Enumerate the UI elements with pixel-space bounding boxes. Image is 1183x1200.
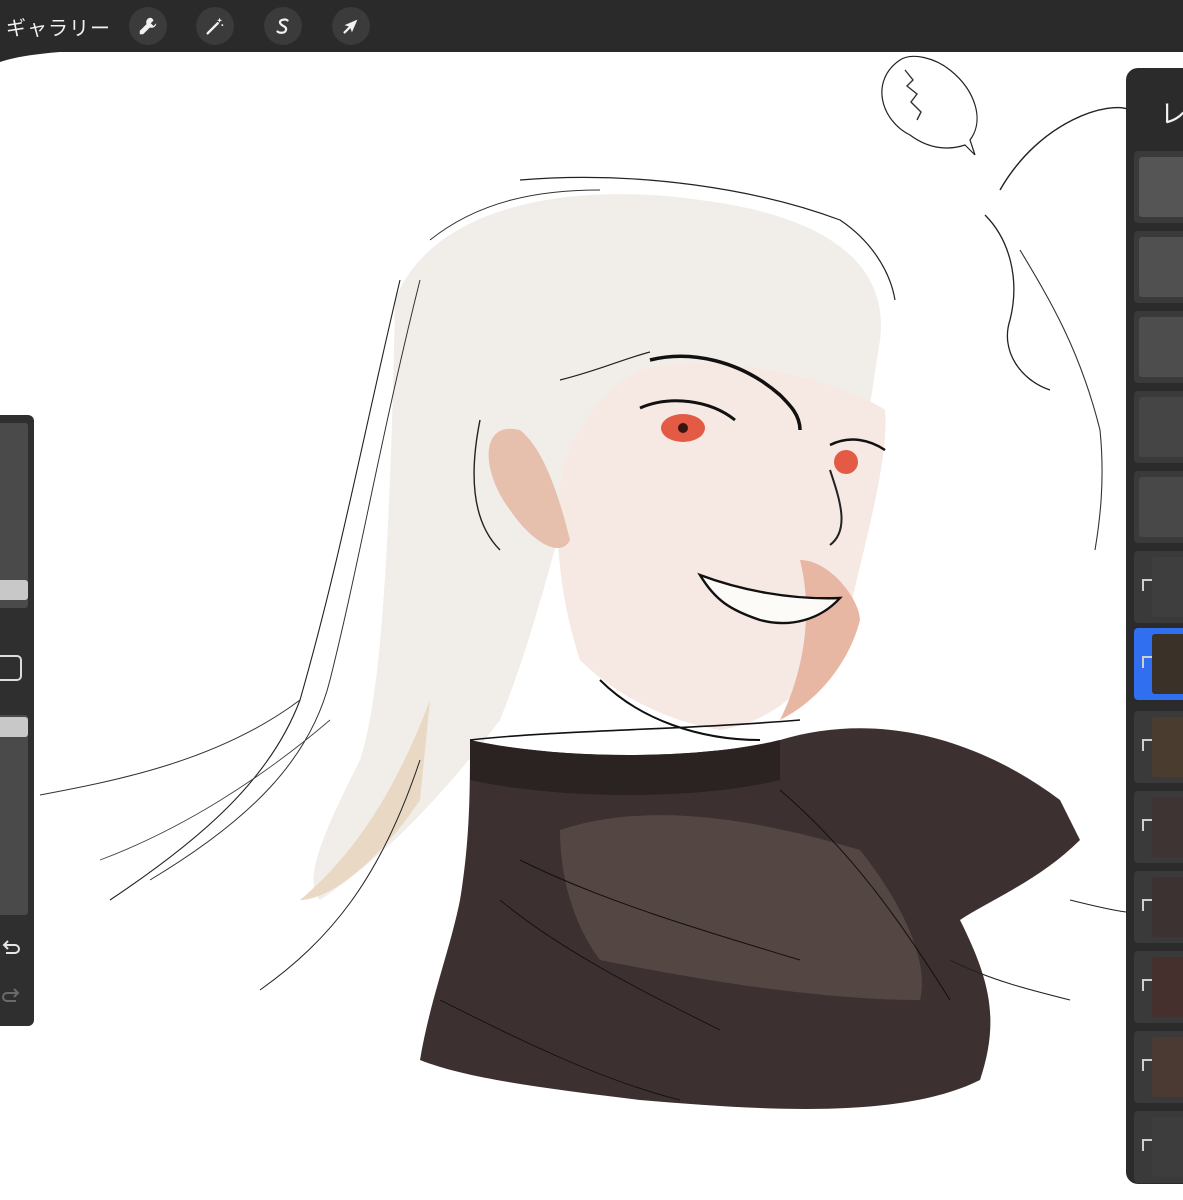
layer-item[interactable] (1134, 151, 1183, 223)
layer-item[interactable] (1134, 871, 1183, 943)
layer-item[interactable] (1134, 311, 1183, 383)
brush-opacity-slider[interactable] (0, 717, 28, 737)
adjustments-button[interactable] (196, 7, 234, 45)
layer-thumbnail (1139, 157, 1183, 217)
layer-thumbnail (1152, 957, 1183, 1017)
clipping-mask-icon (1142, 1139, 1152, 1151)
transform-button[interactable] (332, 7, 370, 45)
layer-thumbnail (1152, 1037, 1183, 1097)
layer-item[interactable] (1134, 791, 1183, 863)
wrench-icon (139, 17, 157, 35)
layer-item[interactable] (1134, 391, 1183, 463)
brush-opacity-track[interactable] (0, 715, 28, 915)
layer-item[interactable] (1134, 471, 1183, 543)
layer-item[interactable] (1134, 231, 1183, 303)
clipping-mask-icon (1142, 819, 1152, 831)
layer-thumbnail (1139, 397, 1183, 457)
gallery-button[interactable]: ギャラリー (6, 12, 111, 41)
layer-item[interactable] (1134, 551, 1183, 623)
redo-icon[interactable] (0, 983, 22, 1005)
magic-wand-icon (206, 17, 224, 35)
clipping-mask-icon (1142, 656, 1152, 668)
layer-item[interactable] (1134, 1031, 1183, 1103)
clipping-mask-icon (1142, 1059, 1152, 1071)
layer-thumbnail (1139, 237, 1183, 297)
layer-item-selected[interactable] (1134, 628, 1183, 700)
actions-button[interactable] (129, 7, 167, 45)
layer-thumbnail (1152, 634, 1183, 694)
layer-thumbnail (1152, 797, 1183, 857)
clipping-mask-icon (1142, 979, 1152, 991)
clipping-mask-icon (1142, 579, 1152, 591)
layer-thumbnail (1152, 877, 1183, 937)
clipping-mask-icon (1142, 899, 1152, 911)
layers-panel: レ (1126, 68, 1183, 1184)
layer-thumbnail (1139, 477, 1183, 537)
drawing-canvas[interactable] (0, 52, 1183, 1200)
brush-sidebar (0, 415, 34, 1026)
layer-item[interactable] (1134, 1111, 1183, 1183)
layer-thumbnail (1152, 717, 1183, 777)
artwork (39, 55, 1131, 1109)
layer-thumbnail (1152, 557, 1183, 617)
modify-button[interactable] (0, 655, 22, 681)
layer-item[interactable] (1134, 951, 1183, 1023)
layers-panel-title: レ (1160, 100, 1183, 130)
layer-item[interactable] (1134, 711, 1183, 783)
clipping-mask-icon (1142, 739, 1152, 751)
selection-s-icon (276, 18, 289, 34)
layer-thumbnail (1152, 1117, 1183, 1177)
layer-thumbnail (1139, 317, 1183, 377)
selection-button[interactable] (264, 7, 302, 45)
top-toolbar: ギャラリー (0, 0, 1183, 52)
undo-icon[interactable] (0, 935, 22, 957)
brush-size-slider[interactable] (0, 580, 28, 600)
arrow-cursor-icon (343, 19, 358, 34)
